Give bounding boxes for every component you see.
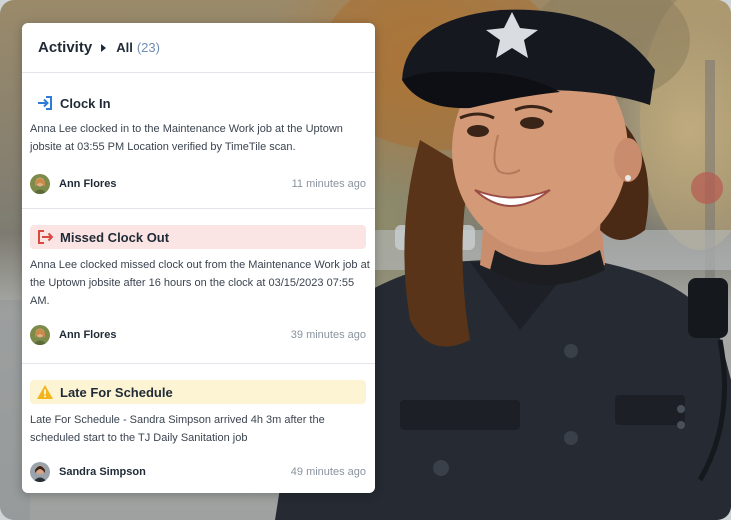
activity-title-bar: Missed Clock Out [30, 225, 366, 249]
activity-description: Anna Lee clocked missed clock out from t… [30, 259, 370, 307]
activity-panel: Activity All (23) Clock In Anna Lee cloc… [22, 23, 375, 493]
activity-footer: Sandra Simpson 49 minutes ago [30, 461, 366, 483]
activity-item-clock-in[interactable]: Clock In Anna Lee clocked in to the Main… [22, 73, 375, 209]
filter-dropdown[interactable]: All [116, 40, 133, 55]
panel-title: Activity [38, 39, 93, 56]
avatar [30, 462, 50, 482]
author-name: Ann Flores [59, 329, 117, 341]
activity-title: Clock In [60, 95, 111, 111]
activity-footer: Ann Flores 39 minutes ago [30, 324, 366, 346]
activity-title-bar: Late For Schedule [30, 380, 366, 404]
warning-icon [34, 381, 56, 403]
activity-item-late-for-schedule[interactable]: Late For Schedule Late For Schedule - Sa… [22, 364, 375, 493]
avatar [30, 325, 50, 345]
clock-out-icon [34, 226, 56, 248]
activity-title: Late For Schedule [60, 384, 173, 400]
activity-header: Activity All (23) [22, 23, 375, 73]
activity-title-bar: Clock In [30, 91, 366, 115]
activity-item-missed-clock-out[interactable]: Missed Clock Out Anna Lee clocked missed… [22, 209, 375, 364]
caret-right-icon [101, 43, 107, 52]
author-name: Sandra Simpson [59, 466, 146, 478]
timestamp: 11 minutes ago [291, 178, 366, 190]
filter-count: (23) [136, 40, 160, 55]
avatar [30, 174, 50, 194]
activity-description: Late For Schedule - Sandra Simpson arriv… [30, 414, 325, 444]
activity-description: Anna Lee clocked in to the Maintenance W… [30, 123, 343, 153]
activity-title: Missed Clock Out [60, 229, 170, 245]
timestamp: 39 minutes ago [290, 329, 366, 341]
activity-footer: Ann Flores 11 minutes ago [30, 173, 366, 195]
timestamp: 49 minutes ago [290, 466, 366, 478]
author-name: Ann Flores [59, 178, 117, 190]
clock-in-icon [34, 92, 56, 114]
